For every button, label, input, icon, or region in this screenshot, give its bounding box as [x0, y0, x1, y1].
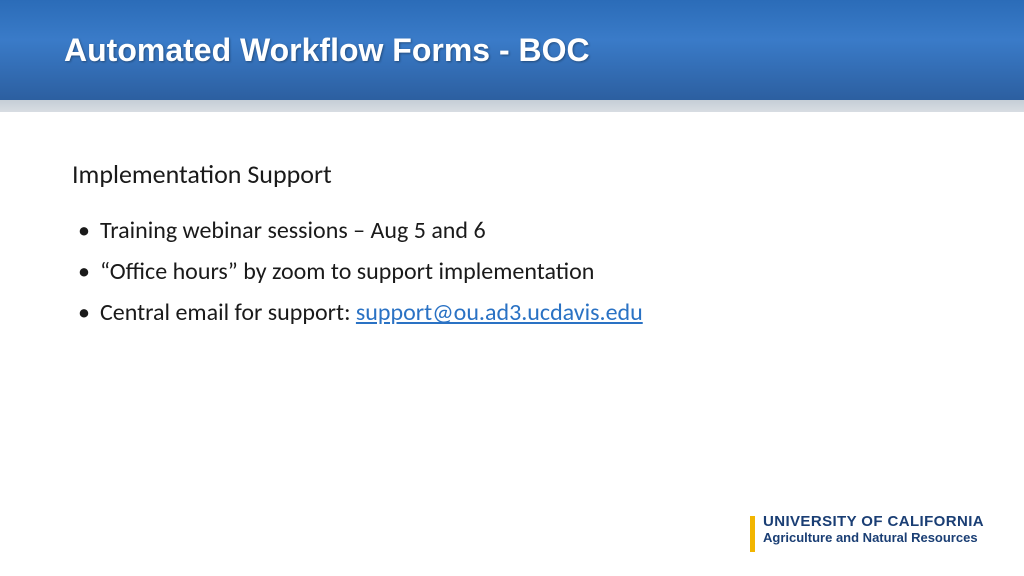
logo-line-2: Agriculture and Natural Resources	[763, 531, 984, 545]
bullet-item: Training webinar sessions – Aug 5 and 6	[78, 212, 952, 249]
slide-header: Automated Workflow Forms - BOC	[0, 0, 1024, 100]
bullet-prefix: Central email for support:	[100, 298, 356, 327]
content-subtitle: Implementation Support	[72, 158, 952, 190]
support-email-link[interactable]: support@ou.ad3.ucdavis.edu	[356, 298, 643, 327]
footer-logo: UNIVERSITY OF CALIFORNIA Agriculture and…	[750, 514, 984, 552]
bullet-list: Training webinar sessions – Aug 5 and 6 …	[72, 212, 952, 332]
bullet-text: Training webinar sessions – Aug 5 and 6	[100, 216, 486, 245]
slide-content: Implementation Support Training webinar …	[0, 100, 1024, 332]
logo-line-1: UNIVERSITY OF CALIFORNIA	[763, 514, 984, 531]
bullet-item: “Office hours” by zoom to support implem…	[78, 253, 952, 290]
bullet-text: “Office hours” by zoom to support implem…	[100, 257, 594, 286]
bullet-item: Central email for support: support@ou.ad…	[78, 294, 952, 331]
header-underline-bar	[0, 100, 1024, 112]
logo-gold-bar	[750, 516, 755, 552]
slide-title: Automated Workflow Forms - BOC	[64, 32, 590, 69]
logo-text-block: UNIVERSITY OF CALIFORNIA Agriculture and…	[763, 514, 984, 545]
